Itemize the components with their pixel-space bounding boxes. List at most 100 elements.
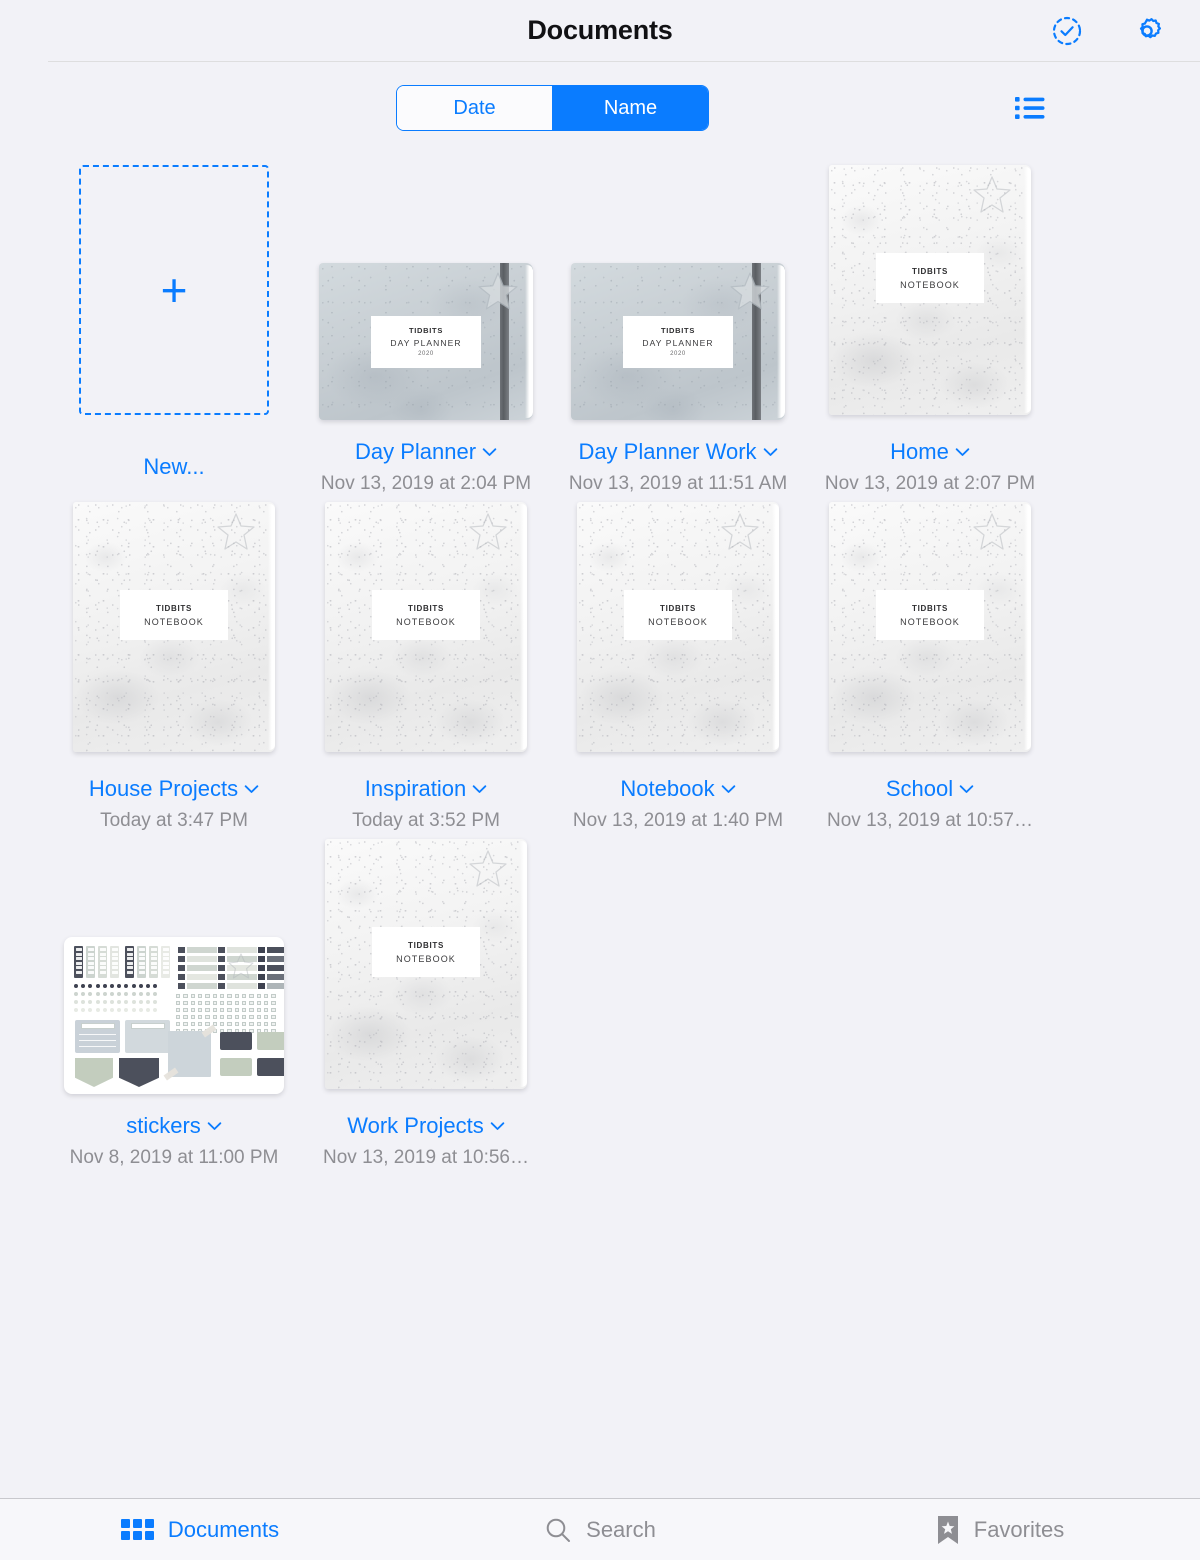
search-icon	[546, 1518, 571, 1542]
cover-brand: TIDBITS	[408, 326, 444, 335]
cover-label: TIDBITS NOTEBOOK	[372, 927, 480, 977]
gear-icon	[1139, 18, 1161, 39]
chevron-down-icon[interactable]	[955, 447, 970, 457]
view-toggle-button[interactable]	[1010, 88, 1050, 128]
sort-option-name[interactable]: Name	[552, 86, 708, 130]
document-name-row[interactable]: Inspiration	[306, 773, 546, 804]
notebook-cover-thumbnail[interactable]: TIDBITS NOTEBOOK	[829, 165, 1031, 415]
document-date: Nov 13, 2019 at 2:04 PM	[320, 473, 532, 494]
star-icon	[730, 272, 770, 310]
new-document-label[interactable]: New...	[54, 454, 294, 480]
bookmark-star-icon	[937, 1515, 958, 1544]
document-name[interactable]: Work Projects	[347, 1110, 484, 1141]
sticker-tag	[258, 965, 284, 971]
document-cell[interactable]: TIDBITS NOTEBOOK Notebook Nov 13, 2019 a…	[552, 497, 804, 834]
document-date: Nov 13, 2019 at 11:51 AM	[568, 473, 788, 494]
day-planner-cover-thumbnail[interactable]: TIDBITS DAY PLANNER 2020	[571, 263, 785, 420]
document-name-row[interactable]: Day Planner	[306, 436, 546, 467]
chevron-down-icon[interactable]	[207, 1121, 222, 1131]
chevron-down-icon[interactable]	[244, 784, 259, 794]
cover-type: DAY PLANNER	[642, 338, 714, 348]
document-name-row[interactable]: Notebook	[558, 773, 798, 804]
sticker-pennant	[119, 1058, 159, 1087]
document-cell[interactable]: TIDBITS DAY PLANNER 2020 Day Planner Nov…	[300, 160, 552, 497]
document-name-row[interactable]: Home	[810, 436, 1050, 467]
document-cell[interactable]: TIDBITS NOTEBOOK School Nov 13, 2019 at …	[804, 497, 1056, 834]
settings-button[interactable]	[1126, 10, 1168, 52]
sticker-rectangle	[220, 1058, 252, 1076]
notebook-cover-thumbnail[interactable]: TIDBITS NOTEBOOK	[73, 502, 275, 752]
bottom-tab-bar: Documents Search Favorites	[0, 1498, 1200, 1560]
tab-search-label: Search	[586, 1516, 656, 1542]
cover-brand: TIDBITS	[911, 603, 948, 613]
note-card-header	[130, 1023, 165, 1029]
sort-segmented-control[interactable]: Date Name	[396, 85, 709, 131]
document-cell[interactable]: stickers Nov 8, 2019 at 11:00 PM	[48, 834, 300, 1171]
document-name[interactable]: Home	[890, 436, 949, 467]
select-mode-button[interactable]	[1046, 10, 1088, 52]
cover-label: TIDBITS NOTEBOOK	[372, 590, 480, 640]
document-cell[interactable]: TIDBITS NOTEBOOK House Projects Today at…	[48, 497, 300, 834]
document-cell[interactable]: TIDBITS NOTEBOOK Work Projects Nov 13, 2…	[300, 834, 552, 1171]
sticker-rectangle	[257, 1032, 284, 1050]
document-caption: Work Projects Nov 13, 2019 at 10:56…	[306, 1110, 546, 1171]
notebook-cover-thumbnail[interactable]: TIDBITS NOTEBOOK	[577, 502, 779, 752]
chevron-down-icon[interactable]	[959, 784, 974, 794]
sticker-tag	[178, 956, 217, 962]
sort-option-date[interactable]: Date	[397, 86, 552, 130]
thumbnail-wrap: TIDBITS NOTEBOOK	[804, 497, 1056, 757]
document-caption: Day Planner Work Nov 13, 2019 at 11:51 A…	[558, 436, 798, 497]
cover-type: NOTEBOOK	[648, 616, 708, 627]
notebook-cover-thumbnail[interactable]: TIDBITS NOTEBOOK	[325, 839, 527, 1089]
sticker-strip	[161, 946, 170, 978]
day-planner-cover-thumbnail[interactable]: TIDBITS DAY PLANNER 2020	[319, 263, 533, 420]
thumbnail-wrap: TIDBITS NOTEBOOK	[300, 497, 552, 757]
sticker-tag	[178, 947, 217, 953]
star-icon	[973, 513, 1011, 550]
stickers-sheet-thumbnail[interactable]	[64, 937, 284, 1094]
tab-favorites[interactable]: Favorites	[800, 1515, 1200, 1545]
document-cell[interactable]: TIDBITS NOTEBOOK Home Nov 13, 2019 at 2:…	[804, 160, 1056, 497]
cover-type: NOTEBOOK	[900, 616, 960, 627]
document-caption: Inspiration Today at 3:52 PM	[306, 773, 546, 834]
chevron-down-icon[interactable]	[490, 1121, 505, 1131]
document-name-row[interactable]: House Projects	[54, 773, 294, 804]
cover-type: NOTEBOOK	[900, 279, 960, 290]
document-date: Today at 3:52 PM	[352, 810, 500, 831]
sticker-note-card	[75, 1020, 120, 1053]
document-name[interactable]: Day Planner	[355, 436, 476, 467]
sticker-pennant	[75, 1058, 113, 1087]
new-document-cell[interactable]: + New...	[48, 160, 300, 497]
cover-type: NOTEBOOK	[396, 953, 456, 964]
document-name[interactable]: Inspiration	[365, 773, 467, 804]
document-caption: Notebook Nov 13, 2019 at 1:40 PM	[558, 773, 798, 834]
notebook-cover-thumbnail[interactable]: TIDBITS NOTEBOOK	[325, 502, 527, 752]
document-cell[interactable]: TIDBITS NOTEBOOK Inspiration Today at 3:…	[300, 497, 552, 834]
document-cell[interactable]: TIDBITS DAY PLANNER 2020 Day Planner Wor…	[552, 160, 804, 497]
notebook-cover-thumbnail[interactable]: TIDBITS NOTEBOOK	[829, 502, 1031, 752]
tab-search[interactable]: Search	[400, 1516, 800, 1544]
document-name-row[interactable]: School	[810, 773, 1050, 804]
chevron-down-icon[interactable]	[763, 447, 778, 457]
document-name-row[interactable]: Day Planner Work	[558, 436, 798, 467]
document-caption: House Projects Today at 3:47 PM	[54, 773, 294, 834]
chevron-down-icon[interactable]	[472, 784, 487, 794]
document-name[interactable]: Notebook	[620, 773, 714, 804]
sticker-strip	[110, 946, 119, 978]
chevron-down-icon[interactable]	[721, 784, 736, 794]
document-name[interactable]: Day Planner Work	[578, 436, 756, 467]
document-name-row[interactable]: stickers	[54, 1110, 294, 1141]
document-name[interactable]: School	[886, 773, 953, 804]
cover-label: TIDBITS NOTEBOOK	[624, 590, 732, 640]
document-name-row[interactable]: Work Projects	[306, 1110, 546, 1141]
chevron-down-icon[interactable]	[482, 447, 497, 457]
tab-favorites-label: Favorites	[973, 1516, 1065, 1542]
sticker-dot-row	[74, 1000, 158, 1004]
document-name[interactable]: House Projects	[89, 773, 238, 804]
tab-documents[interactable]: Documents	[0, 1517, 400, 1543]
new-document-button[interactable]: +	[79, 165, 269, 415]
sticker-tag	[178, 983, 217, 989]
document-name[interactable]: stickers	[126, 1110, 201, 1141]
sticker-sheet-contents	[72, 944, 284, 1087]
cover-type: NOTEBOOK	[396, 616, 456, 627]
